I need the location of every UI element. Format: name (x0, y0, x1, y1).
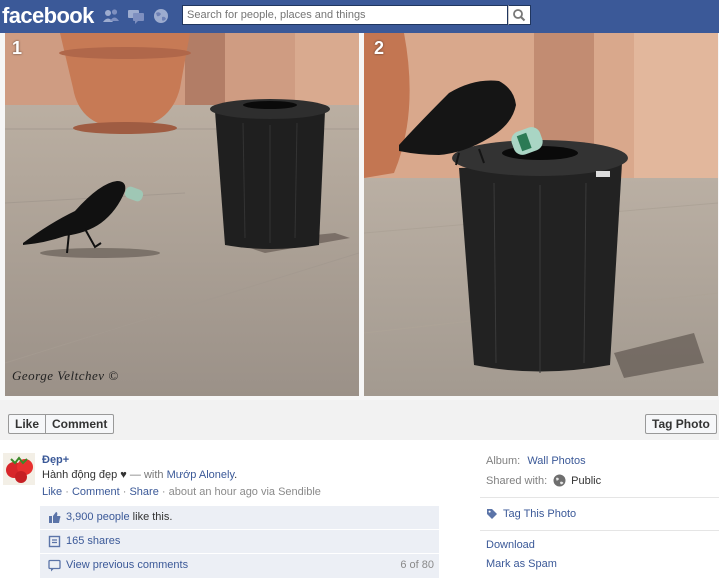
post-meta-row: Like · Comment · Share · about an hour a… (42, 486, 321, 498)
comment-button[interactable]: Comment (46, 414, 115, 434)
post-caption-text: Hành động đẹp ♥ (42, 469, 127, 481)
likes-text: 3,900 people like this. (66, 511, 172, 523)
shares-icon (48, 535, 61, 548)
photo-panel-2[interactable] (364, 33, 718, 396)
album-row: Album: Wall Photos (486, 455, 586, 467)
thumbs-up-icon (49, 512, 61, 523)
search-icon (513, 9, 526, 22)
like-comment-group: Like Comment (8, 414, 115, 434)
shares-row: 165 shares (40, 530, 439, 553)
likes-row: 3,900 people like this. (40, 506, 439, 529)
tag-this-photo-row[interactable]: Tag This Photo (486, 508, 576, 520)
globe-icon[interactable] (553, 474, 566, 487)
comment-bubble-icon (48, 559, 61, 572)
tag-icon (487, 509, 497, 519)
privacy-value: Public (571, 474, 602, 487)
friend-requests-icon[interactable] (102, 8, 120, 24)
search-input[interactable] (183, 6, 501, 24)
shares-link[interactable]: 165 shares (66, 535, 120, 547)
tagged-user-link[interactable]: Mướp Alonely (167, 469, 235, 481)
shared-with-row: Shared with: Public (486, 474, 601, 487)
post-caption: Hành động đẹp ♥ — with Mướp Alonely. (42, 469, 237, 481)
facebook-logo[interactable]: facebook (2, 3, 94, 29)
sidebar-divider (480, 530, 719, 531)
tag-this-photo-link[interactable]: Tag This Photo (503, 508, 576, 520)
meta-sep: · (161, 486, 166, 498)
page-avatar[interactable] (3, 453, 35, 485)
meta-sep: · (122, 486, 127, 498)
photo-panel-1[interactable] (5, 33, 359, 396)
panel-number-1: 1 (12, 38, 23, 58)
crow-approaching-bin-image (5, 33, 359, 396)
likes-people-link[interactable]: 3,900 people (66, 511, 130, 523)
photographer-watermark: George Veltchev © (12, 368, 119, 383)
view-previous-comments-link[interactable]: View previous comments (66, 559, 188, 571)
post-like-link[interactable]: Like (42, 486, 62, 498)
crow-on-bin-image (364, 33, 718, 396)
with-separator: — with (126, 469, 167, 481)
download-link[interactable]: Download (486, 539, 535, 551)
view-comments-row: View previous comments 6 of 80 (40, 554, 439, 578)
mark-as-spam-link[interactable]: Mark as Spam (486, 558, 557, 570)
like-button[interactable]: Like (8, 414, 47, 434)
post-share-link[interactable]: Share (129, 486, 158, 498)
album-link[interactable]: Wall Photos (527, 455, 585, 467)
post-comment-link[interactable]: Comment (72, 486, 120, 498)
messages-icon[interactable] (127, 8, 145, 24)
album-label: Album: (486, 455, 521, 467)
post-author-link[interactable]: Đẹp+ (42, 454, 69, 466)
search-box[interactable] (182, 5, 508, 25)
meta-sep: · (65, 486, 69, 498)
likes-rest-text: like this. (129, 511, 173, 523)
post-timestamp: about an hour ago via Sendible (168, 486, 321, 498)
caption-end: . (234, 469, 238, 481)
tag-photo-button[interactable]: Tag Photo (645, 414, 717, 434)
notifications-icon[interactable] (152, 8, 170, 24)
comments-count: 6 of 80 (400, 559, 434, 571)
shared-with-label: Shared with: (486, 474, 548, 487)
sidebar-divider (480, 497, 719, 498)
panel-number-2: 2 (374, 38, 385, 58)
search-button[interactable] (508, 5, 531, 25)
